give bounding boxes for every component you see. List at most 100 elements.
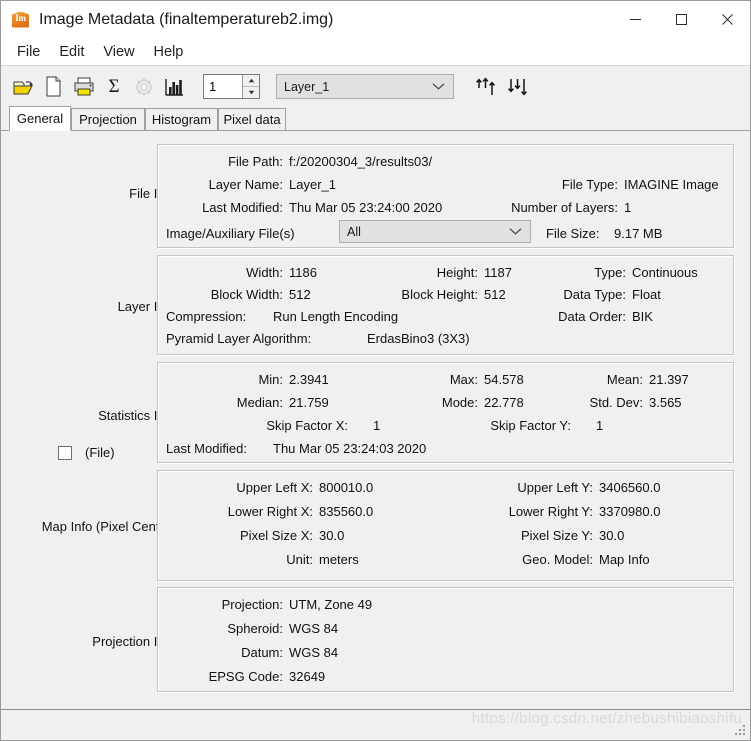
- stats-last-modified-label: Last Modified:: [166, 441, 247, 456]
- new-file-button[interactable]: [39, 71, 69, 102]
- map-info-group: Upper Left X: 800010.0 Upper Left Y: 340…: [157, 470, 734, 581]
- statistics-file-checkbox-label: (File): [85, 445, 115, 460]
- block-width-label: Block Width:: [210, 287, 283, 302]
- statistics-file-checkbox-row[interactable]: (File): [58, 445, 115, 460]
- close-button[interactable]: [704, 1, 750, 38]
- unit-value: meters: [319, 552, 359, 567]
- open-folder-button[interactable]: [9, 71, 39, 102]
- file-last-modified-label: Last Modified:: [202, 200, 283, 215]
- min-label: Min:: [258, 372, 283, 387]
- layer-number-spinner[interactable]: 1: [203, 74, 260, 99]
- open-folder-icon: [13, 80, 33, 94]
- histogram-icon: [165, 78, 183, 96]
- skip-factor-x-label: Skip Factor X:: [266, 418, 348, 433]
- spheroid-value: WGS 84: [289, 621, 339, 636]
- spinner-up-button[interactable]: [243, 75, 259, 87]
- layer-number-value[interactable]: 1: [204, 75, 242, 98]
- pixel-size-x-label: Pixel Size X:: [240, 528, 313, 543]
- print-button[interactable]: [69, 71, 99, 102]
- tab-strip: General Projection Histogram Pixel data: [1, 106, 750, 131]
- data-order-value: BIK: [632, 309, 653, 324]
- chevron-down-icon: [432, 79, 445, 93]
- mean-value: 21.397: [649, 372, 689, 387]
- file-path-label: File Path:: [228, 154, 283, 169]
- aux-files-select-value: All: [347, 224, 361, 239]
- caret-down-icon: [248, 90, 254, 95]
- stddev-value: 3.565: [649, 395, 682, 410]
- skip-factor-x-value: 1: [373, 418, 381, 433]
- menu-file[interactable]: File: [9, 41, 48, 63]
- image-metadata-window: Im Image Metadata (finaltemperatureb2.im…: [0, 0, 751, 741]
- pixel-size-x-value: 30.0: [319, 528, 345, 543]
- menu-bar: File Edit View Help: [1, 38, 750, 66]
- mean-label: Mean:: [606, 372, 643, 387]
- statistics-file-checkbox[interactable]: [58, 445, 72, 460]
- data-type-value: Float: [632, 287, 661, 302]
- data-order-label: Data Order:: [558, 309, 626, 324]
- number-of-layers-label: Number of Layers:: [511, 200, 618, 215]
- file-size-value: 9.17 MB: [614, 226, 663, 241]
- tab-pixel-data[interactable]: Pixel data: [218, 108, 286, 131]
- lower-right-x-label: Lower Right X:: [227, 504, 313, 519]
- unit-label: Unit:: [286, 552, 313, 567]
- file-path-value: f:/20200304_3/results03/: [289, 154, 433, 169]
- max-label: Max:: [449, 372, 478, 387]
- aux-files-select[interactable]: All: [339, 220, 531, 243]
- sigma-statistics-icon: Σ: [108, 76, 120, 97]
- layer-select[interactable]: Layer_1: [276, 74, 454, 99]
- max-value: 54.578: [484, 372, 524, 387]
- mode-value: 22.778: [484, 395, 524, 410]
- tab-general[interactable]: General: [9, 106, 71, 131]
- upper-left-y-label: Upper Left Y:: [517, 480, 593, 495]
- projection-label: Projection:: [221, 597, 283, 612]
- file-info-group: File Path: f:/20200304_3/results03/ Laye…: [157, 144, 734, 248]
- height-label: Height:: [436, 265, 478, 280]
- menu-view[interactable]: View: [95, 41, 142, 63]
- statistics-button[interactable]: Σ: [99, 71, 129, 102]
- pyramid-layers-button[interactable]: [129, 71, 159, 102]
- resize-grip-icon[interactable]: [734, 725, 746, 737]
- maximize-button[interactable]: [658, 1, 704, 38]
- histogram-button[interactable]: [159, 71, 189, 102]
- mode-label: Mode:: [441, 395, 478, 410]
- median-value: 21.759: [289, 395, 329, 410]
- tab-projection[interactable]: Projection: [71, 108, 145, 131]
- tab-histogram[interactable]: Histogram: [145, 108, 218, 131]
- layer-info-group: Width: 1186 Height: 1187 Type: Continuou…: [157, 255, 734, 355]
- compression-value: Run Length Encoding: [273, 309, 399, 324]
- menu-help[interactable]: Help: [146, 41, 192, 63]
- layer-name-value: Layer_1: [289, 177, 336, 192]
- data-type-label: Data Type:: [563, 287, 626, 302]
- lower-right-y-label: Lower Right Y:: [508, 504, 593, 519]
- pixel-size-y-value: 30.0: [599, 528, 625, 543]
- print-icon: [74, 77, 93, 95]
- block-height-label: Block Height:: [401, 287, 478, 302]
- skip-factor-y-label: Skip Factor Y:: [490, 418, 571, 433]
- file-type-label: File Type:: [561, 177, 618, 192]
- spheroid-label: Spheroid:: [227, 621, 283, 636]
- general-tab-panel: File Info: File Path: f:/20200304_3/resu…: [1, 131, 750, 709]
- height-value: 1187: [484, 265, 512, 280]
- move-layer-up-button[interactable]: [471, 71, 503, 102]
- aux-files-label: Image/Auxiliary File(s): [166, 226, 295, 241]
- caret-up-icon: [248, 78, 254, 83]
- app-icon-text: Im: [15, 12, 26, 23]
- image-app-icon: Im: [12, 11, 30, 29]
- upper-left-x-label: Upper Left X:: [236, 480, 313, 495]
- file-type-value: IMAGINE Image: [624, 177, 719, 192]
- number-of-layers-value: 1: [624, 200, 632, 215]
- skip-factor-y-value: 1: [596, 418, 604, 433]
- upper-left-x-value: 800010.0: [319, 480, 374, 495]
- pixel-size-y-label: Pixel Size Y:: [520, 528, 593, 543]
- pyramid-layers-icon: [135, 78, 153, 95]
- menu-edit[interactable]: Edit: [51, 41, 92, 63]
- type-value: Continuous: [632, 265, 698, 280]
- block-width-value: 512: [289, 287, 311, 302]
- title-bar: Im Image Metadata (finaltemperatureb2.im…: [1, 1, 750, 38]
- layer-select-value: Layer_1: [284, 79, 330, 94]
- move-layer-down-button[interactable]: [503, 71, 535, 102]
- layer-name-label: Layer Name:: [208, 177, 283, 192]
- pyramid-algorithm-value: ErdasBino3 (3X3): [367, 331, 470, 346]
- spinner-down-button[interactable]: [243, 87, 259, 98]
- minimize-button[interactable]: [612, 1, 658, 38]
